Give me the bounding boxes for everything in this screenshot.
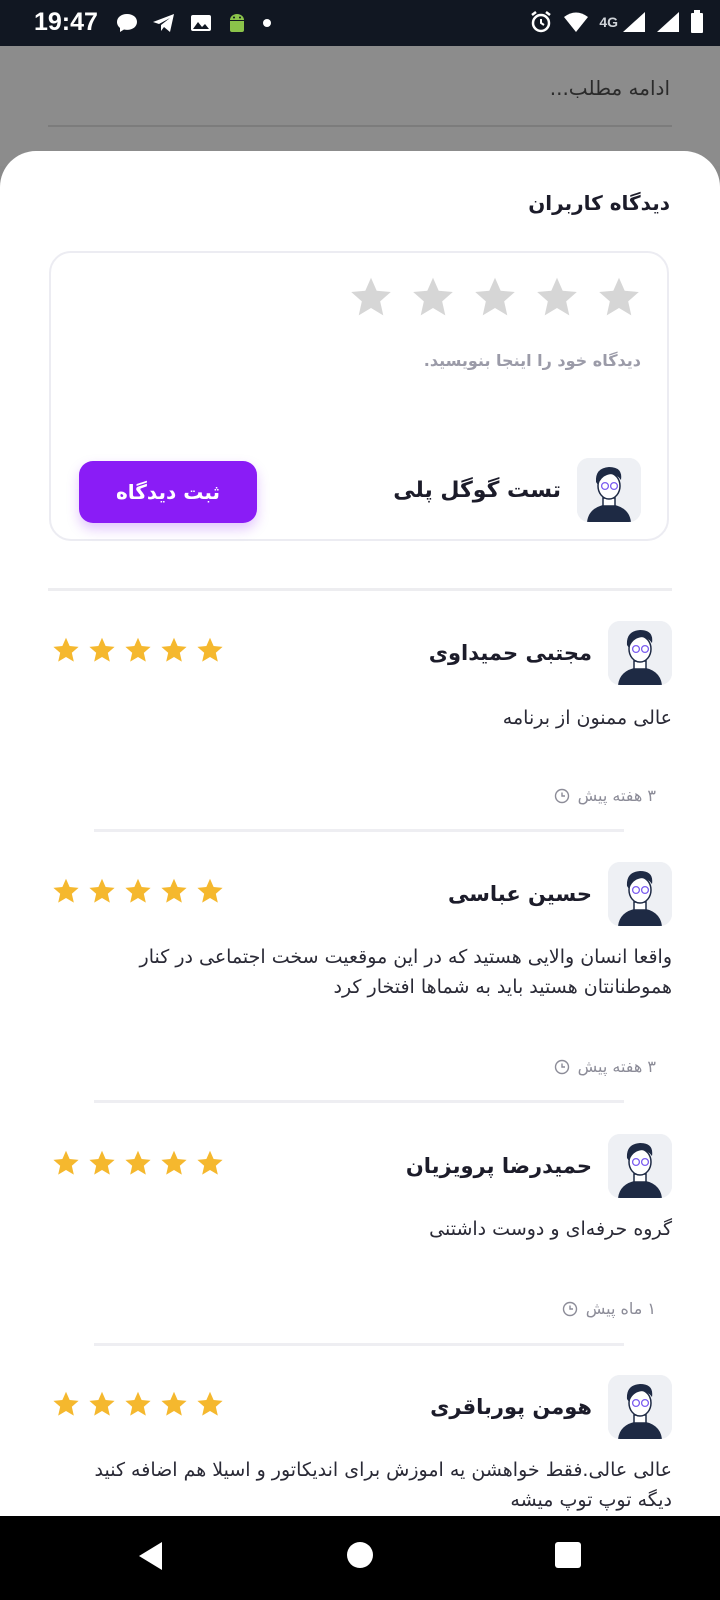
star-filled-icon xyxy=(161,1150,187,1175)
star-filled-icon xyxy=(53,1150,79,1175)
rating-input[interactable] xyxy=(349,275,641,319)
star-filled-icon xyxy=(53,1391,79,1416)
rating-stars xyxy=(52,877,224,905)
status-time: 19:47 xyxy=(34,8,98,36)
review-time-label: ۱ ماه پیش xyxy=(585,1299,656,1318)
dot-icon xyxy=(263,19,271,27)
review-time: ۳ هفته پیش xyxy=(554,1057,656,1076)
cell-signal-icon xyxy=(623,12,645,32)
network-type: 4G xyxy=(599,14,618,30)
divider xyxy=(48,588,672,591)
review-text: گروه حرفه‌ای و دوست داشتنی xyxy=(429,1218,672,1240)
review-item: حمیدرضا پرویزیان گروه حرفه‌ای و دوست داش… xyxy=(48,1134,672,1374)
star-filled-icon xyxy=(89,637,115,662)
star-filled-icon xyxy=(161,637,187,662)
telegram-icon xyxy=(153,14,174,32)
user-name: تست گوگل پلی xyxy=(393,477,561,503)
navigation-bar xyxy=(0,1516,720,1600)
star-filled-icon xyxy=(89,1391,115,1416)
wifi-icon xyxy=(564,12,589,32)
star-filled-icon xyxy=(197,1150,223,1175)
avatar xyxy=(608,862,672,926)
review-user: هومن پورباقری xyxy=(430,1375,672,1439)
clock-icon xyxy=(554,1059,569,1074)
reviews-sheet: دیدگاه کاربران دیدگاه خود را اینجا بنویس… xyxy=(0,151,720,1516)
review-item: هومن پورباقری عالی عالی.فقط خواهشن یه ام… xyxy=(48,1375,672,1516)
review-item: حسین عباسی واقعا انسان والایی هستید که د… xyxy=(48,862,672,1132)
star-empty-icon[interactable] xyxy=(349,275,393,319)
divider xyxy=(48,125,672,127)
review-text: عالی عالی.فقط خواهشن یه اموزش برای اندیک… xyxy=(94,1459,672,1511)
rating-stars xyxy=(52,636,224,664)
star-filled-icon xyxy=(125,1150,151,1175)
submit-review-button[interactable]: ثبت دیدگاه xyxy=(79,461,257,523)
review-text: واقعا انسان والایی هستید که در این موقعی… xyxy=(139,946,672,998)
reviewer-name: حمیدرضا پرویزیان xyxy=(405,1154,592,1178)
review-time: ۱ ماه پیش xyxy=(562,1299,656,1318)
star-filled-icon xyxy=(197,878,223,903)
star-empty-icon[interactable] xyxy=(597,275,641,319)
avatar xyxy=(608,621,672,685)
avatar xyxy=(608,1375,672,1439)
sheet-title: دیدگاه کاربران xyxy=(528,191,670,215)
android-icon xyxy=(230,14,244,32)
user-avatar-icon xyxy=(608,621,672,685)
avatar xyxy=(608,1134,672,1198)
star-filled-icon xyxy=(89,878,115,903)
battery-icon xyxy=(691,10,703,33)
chat-bubble-icon xyxy=(117,14,137,32)
reviewer-name: هومن پورباقری xyxy=(430,1395,592,1419)
star-filled-icon xyxy=(197,1391,223,1416)
read-more-link[interactable]: ادامه مطلب... xyxy=(550,76,670,100)
back-icon[interactable] xyxy=(136,1540,164,1572)
star-filled-icon xyxy=(197,637,223,662)
gallery-icon xyxy=(191,15,211,31)
star-filled-icon xyxy=(53,878,79,903)
review-item: مجتبی حمیداوی عالی ممنون از برنامه ۳ هفت… xyxy=(48,621,672,861)
user-avatar-icon xyxy=(608,862,672,926)
star-filled-icon xyxy=(161,878,187,903)
star-filled-icon xyxy=(89,1150,115,1175)
star-filled-icon xyxy=(125,878,151,903)
recents-icon[interactable] xyxy=(554,1541,582,1569)
alarm-icon xyxy=(531,11,552,33)
user-avatar-icon xyxy=(577,458,641,522)
divider xyxy=(94,1343,624,1346)
user-avatar-icon xyxy=(608,1134,672,1198)
review-textarea[interactable]: دیدگاه خود را اینجا بنویسید. xyxy=(424,351,641,370)
reviewer-name: مجتبی حمیداوی xyxy=(428,641,592,665)
divider xyxy=(94,829,624,832)
star-empty-icon[interactable] xyxy=(411,275,455,319)
star-filled-icon xyxy=(125,1391,151,1416)
star-filled-icon xyxy=(125,637,151,662)
background-page: ادامه مطلب... xyxy=(0,46,720,166)
review-user: حمیدرضا پرویزیان xyxy=(406,1134,672,1198)
star-empty-icon[interactable] xyxy=(535,275,579,319)
review-time-label: ۳ هفته پیش xyxy=(577,1057,656,1076)
status-bar: 19:47 4G xyxy=(0,0,720,46)
star-filled-icon xyxy=(161,1391,187,1416)
review-user: حسین عباسی xyxy=(448,862,672,926)
cell-signal-icon xyxy=(657,12,679,32)
compose-review-card: دیدگاه خود را اینجا بنویسید. تست گوگل پل… xyxy=(49,251,669,541)
star-empty-icon[interactable] xyxy=(473,275,517,319)
review-user: مجتبی حمیداوی xyxy=(429,621,672,685)
review-text: عالی ممنون از برنامه xyxy=(502,707,672,729)
clock-icon xyxy=(562,1301,577,1316)
divider xyxy=(94,1100,624,1103)
reviewer-name: حسین عباسی xyxy=(448,882,592,906)
notification-icons xyxy=(116,12,272,34)
rating-stars xyxy=(52,1390,224,1418)
home-icon[interactable] xyxy=(346,1541,374,1569)
current-user: تست گوگل پلی xyxy=(393,458,641,522)
avatar xyxy=(577,458,641,522)
review-time: ۳ هفته پیش xyxy=(554,786,656,805)
user-avatar-icon xyxy=(608,1375,672,1439)
system-icons: 4G xyxy=(529,10,704,34)
clock-icon xyxy=(554,788,569,803)
star-filled-icon xyxy=(53,637,79,662)
review-time-label: ۳ هفته پیش xyxy=(577,786,656,805)
rating-stars xyxy=(52,1149,224,1177)
